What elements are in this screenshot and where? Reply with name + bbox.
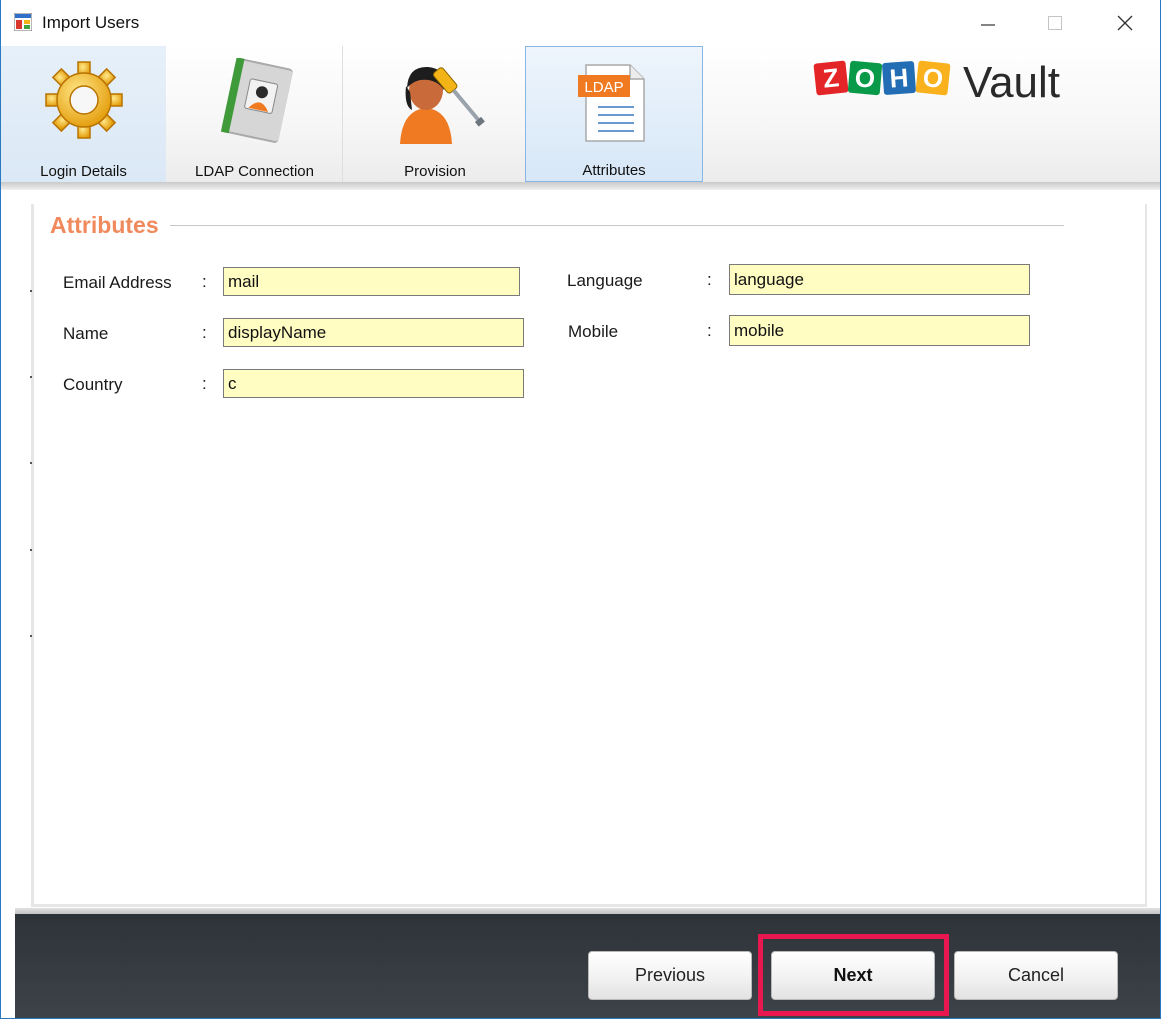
name-field[interactable] (223, 318, 524, 347)
email-address-field[interactable] (223, 267, 520, 296)
maximize-icon (1048, 16, 1062, 30)
title-bar: Import Users (1, 0, 1160, 46)
panel-tick (30, 635, 32, 637)
language-label: Language (567, 271, 643, 290)
attributes-panel (31, 204, 1147, 907)
ldap-document-icon: LDAP (578, 64, 645, 142)
country-label: Country (63, 375, 123, 394)
section-divider (170, 225, 1064, 226)
country-field[interactable] (223, 369, 524, 398)
import-users-window: Import Users Login Details LDAP Connecti… (0, 0, 1161, 1019)
tab-label: Attributes (582, 162, 646, 179)
logo-letter: O (847, 60, 883, 96)
previous-button[interactable]: Previous (588, 951, 752, 1000)
wizard-toolbar: Login Details LDAP Connection Provision … (1, 46, 1160, 182)
tab-label: Provision (404, 163, 466, 180)
cancel-button[interactable]: Cancel (954, 951, 1118, 1000)
close-icon (1117, 15, 1133, 31)
gear-icon (44, 61, 123, 139)
window-title: Import Users (42, 13, 140, 32)
logo-letter: O (915, 60, 951, 96)
address-book-icon (220, 58, 293, 143)
user-tools-icon (400, 66, 485, 144)
ldap-badge: LDAP (584, 79, 623, 96)
colon: : (202, 374, 207, 393)
mobile-field[interactable] (729, 315, 1030, 346)
name-label: Name (63, 324, 109, 343)
panel-tick (30, 549, 32, 551)
tab-ldap-connection[interactable]: LDAP Connection (167, 46, 343, 182)
maximize-button[interactable] (1032, 0, 1078, 46)
panel-tick (30, 376, 32, 378)
colon: : (202, 272, 207, 291)
language-field[interactable] (729, 264, 1030, 295)
logo-product-name: Vault (963, 58, 1061, 107)
colon: : (707, 321, 712, 340)
tab-label: Login Details (40, 163, 127, 180)
colon: : (707, 270, 712, 289)
mobile-label: Mobile (568, 322, 619, 341)
tab-attributes[interactable]: LDAP Attributes (525, 46, 703, 182)
email-address-label: Email Address (63, 273, 172, 292)
section-title: Attributes (50, 212, 159, 238)
tab-login-details[interactable]: Login Details (1, 46, 166, 182)
minimize-icon (981, 24, 995, 26)
next-button-highlight (758, 934, 949, 1016)
panel-tick (30, 462, 32, 464)
minimize-button[interactable] (965, 0, 1011, 46)
close-button[interactable] (1102, 0, 1148, 46)
tab-label: LDAP Connection (195, 163, 314, 180)
tab-provision[interactable]: Provision (344, 46, 526, 182)
panel-tick (30, 290, 32, 292)
app-window-icon (14, 13, 32, 31)
toolbar-divider (1, 182, 1160, 190)
logo-letter: Z (813, 60, 849, 96)
colon: : (202, 323, 207, 342)
logo-letter: H (881, 60, 917, 96)
